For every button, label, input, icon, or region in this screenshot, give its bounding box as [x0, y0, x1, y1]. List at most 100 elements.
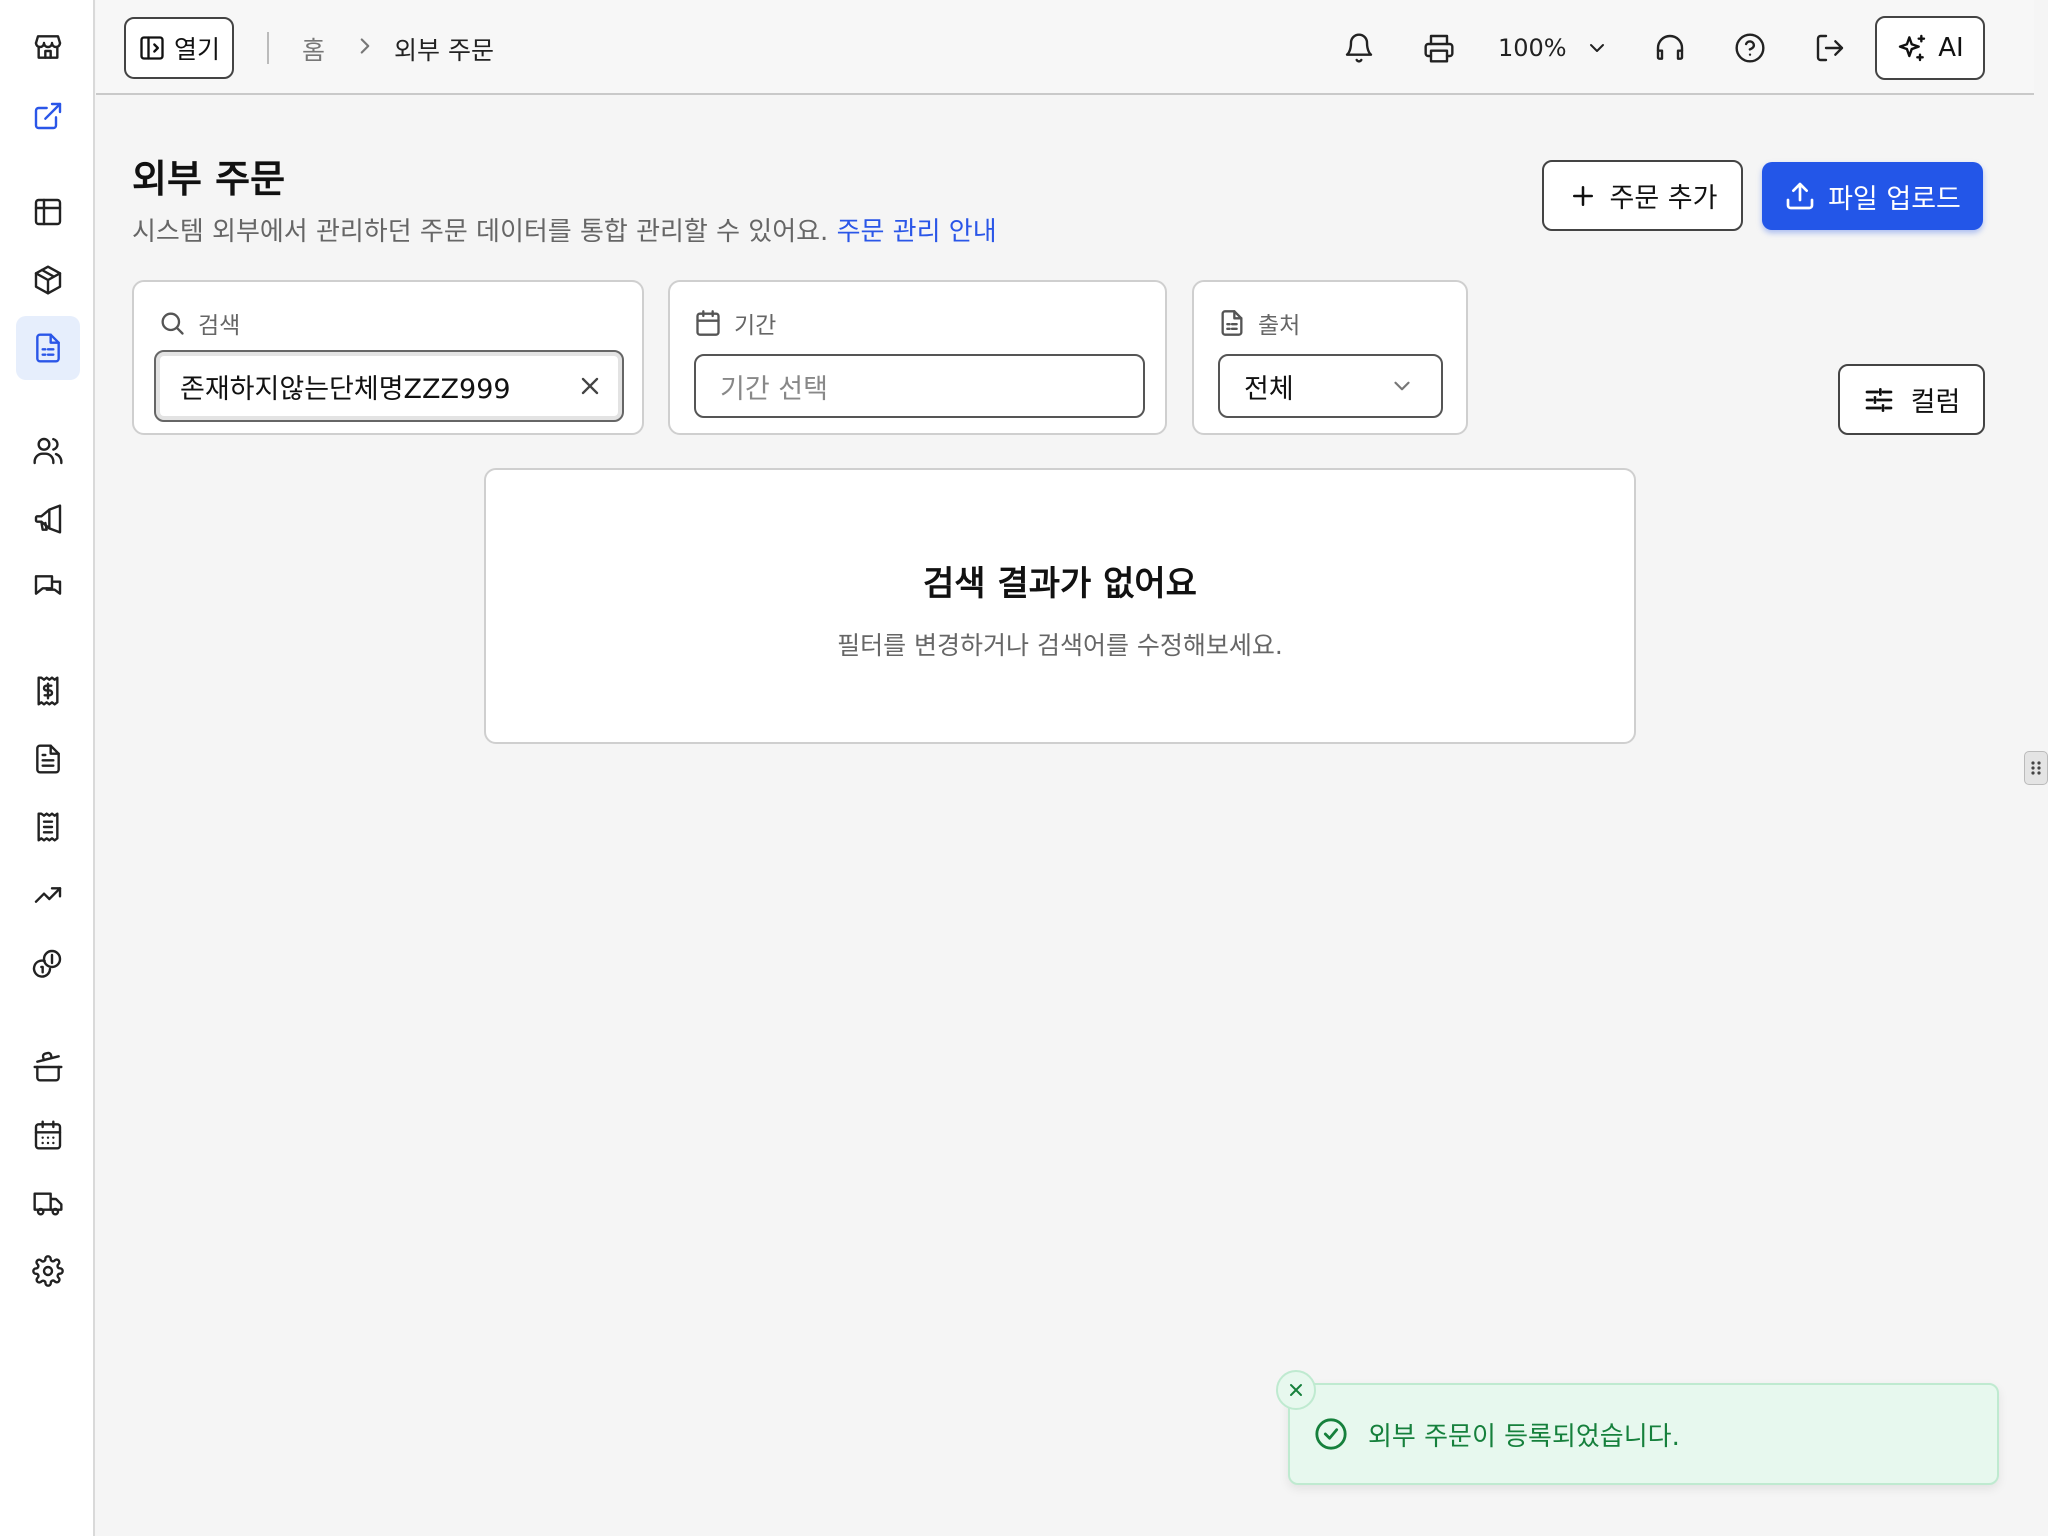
sidebar-item-store[interactable]	[16, 15, 80, 79]
messages-icon	[34, 575, 62, 595]
page-subtitle: 시스템 외부에서 관리하던 주문 데이터를 통합 관리할 수 있어요. 주문 관…	[132, 211, 997, 248]
source-label-text: 출처	[1258, 313, 1301, 339]
external-link-icon	[34, 102, 62, 130]
help-circle-icon	[1735, 33, 1765, 63]
sidebar-item-external-orders[interactable]	[16, 316, 80, 380]
sidebar	[0, 0, 95, 1536]
logout-button[interactable]	[1808, 26, 1852, 70]
coins-icon	[32, 949, 62, 978]
period-filter-label: 기간	[694, 306, 776, 340]
period-filter: 기간 기간 선택	[668, 280, 1167, 435]
truck-icon	[33, 1192, 63, 1216]
sidebar-item-kitchen[interactable]	[16, 1035, 80, 1099]
search-input[interactable]: 존재하지않는단체명ZZZ999	[154, 350, 624, 422]
empty-state: 검색 결과가 없어요 필터를 변경하거나 검색어를 수정해보세요.	[484, 468, 1636, 744]
headphones-icon	[1656, 34, 1684, 60]
empty-state-description: 필터를 변경하거나 검색어를 수정해보세요.	[837, 631, 1283, 660]
file-upload-label: 파일 업로드	[1828, 183, 1961, 215]
sidebar-item-delivery[interactable]	[16, 1171, 80, 1235]
sidebar-item-documents[interactable]	[16, 727, 80, 791]
close-icon	[1290, 1384, 1302, 1396]
file-text-icon	[36, 744, 60, 774]
store-icon	[34, 35, 62, 59]
check-circle-icon	[1315, 1418, 1347, 1450]
panel-open-icon	[140, 36, 164, 60]
add-order-label: 주문 추가	[1609, 183, 1718, 214]
plus-icon	[1572, 185, 1593, 206]
zoom-select[interactable]: 100%	[1498, 30, 1609, 66]
ai-button-label: AI	[1938, 33, 1964, 63]
calendar-icon	[696, 310, 720, 336]
period-label-text: 기간	[734, 313, 777, 339]
top-bar: 열기 홈 외부 주문 100% AI	[96, 0, 2034, 95]
search-label-text: 검색	[198, 313, 241, 339]
sidebar-item-marketing[interactable]	[16, 487, 80, 551]
source-filter: 출처 전체	[1192, 280, 1468, 435]
zoom-level: 100%	[1498, 34, 1567, 62]
order-guide-link[interactable]: 주문 관리 안내	[837, 217, 997, 247]
panel-resize-handle[interactable]	[2024, 751, 2048, 785]
printer-icon	[1424, 34, 1454, 63]
sidebar-item-settings[interactable]	[16, 1239, 80, 1303]
sidebar-item-external-link[interactable]	[16, 84, 80, 148]
success-toast: 외부 주문이 등록되었습니다.	[1288, 1383, 1999, 1485]
breadcrumb-home[interactable]: 홈	[302, 31, 325, 67]
open-button-label: 열기	[173, 35, 220, 64]
columns-label: 컬럼	[1910, 387, 1961, 418]
open-sidebar-button[interactable]: 열기	[124, 17, 234, 79]
period-input[interactable]: 기간 선택	[694, 354, 1145, 418]
notifications-button[interactable]	[1337, 26, 1381, 70]
sidebar-item-table[interactable]	[16, 180, 80, 244]
table-icon	[34, 198, 62, 226]
file-upload-button[interactable]: 파일 업로드	[1762, 162, 1983, 230]
upload-icon	[1786, 182, 1814, 210]
search-input-value: 존재하지않는단체명ZZZ999	[180, 373, 511, 405]
search-filter: 검색 존재하지않는단체명ZZZ999	[132, 280, 644, 435]
users-icon	[33, 437, 63, 465]
print-button[interactable]	[1417, 26, 1461, 70]
ai-button[interactable]: AI	[1875, 16, 1985, 80]
grip-icon	[2031, 761, 2041, 775]
help-button[interactable]	[1728, 26, 1772, 70]
trending-up-icon	[34, 887, 62, 903]
period-placeholder: 기간 선택	[720, 373, 828, 405]
add-order-button[interactable]: 주문 추가	[1542, 160, 1743, 231]
toast-message: 외부 주문이 등록되었습니다.	[1368, 1421, 1680, 1452]
chevron-down-icon	[1394, 381, 1410, 391]
package-icon	[34, 265, 62, 295]
empty-state-title: 검색 결과가 없어요	[923, 564, 1197, 604]
topbar-divider	[267, 32, 269, 64]
sliders-icon	[1865, 387, 1892, 412]
clipboard-list-icon	[37, 812, 59, 842]
chevron-down-icon	[1589, 44, 1604, 52]
sidebar-item-calendar[interactable]	[16, 1103, 80, 1167]
support-button[interactable]	[1648, 26, 1692, 70]
sidebar-item-package[interactable]	[16, 248, 80, 312]
search-icon	[161, 312, 184, 335]
log-out-icon	[1816, 34, 1844, 62]
sparkles-icon	[1899, 34, 1926, 62]
bell-icon	[1345, 33, 1373, 63]
receipt-dollar-icon	[37, 676, 59, 706]
sidebar-item-analytics[interactable]	[16, 863, 80, 927]
settings-icon	[32, 1255, 64, 1287]
source-filter-label: 출처	[1218, 306, 1300, 340]
document-list-icon	[36, 333, 60, 363]
page-title: 외부 주문	[132, 157, 286, 201]
file-sheet-icon	[1221, 310, 1243, 336]
breadcrumb-current: 외부 주문	[394, 36, 494, 65]
sidebar-item-customers[interactable]	[16, 419, 80, 483]
sidebar-item-billing[interactable]	[16, 659, 80, 723]
clear-search-icon[interactable]	[576, 372, 604, 400]
columns-button[interactable]: 컬럼	[1838, 364, 1985, 435]
calendar-icon	[34, 1120, 62, 1150]
toast-close-button[interactable]	[1276, 1370, 1316, 1410]
sidebar-item-messages[interactable]	[16, 555, 80, 619]
page-subtitle-text: 시스템 외부에서 관리하던 주문 데이터를 통합 관리할 수 있어요.	[132, 217, 829, 247]
sidebar-item-reports[interactable]	[16, 795, 80, 859]
sidebar-item-finance[interactable]	[16, 931, 80, 995]
chevron-right-icon	[360, 38, 370, 54]
cooking-pot-icon	[33, 1051, 63, 1082]
search-filter-label: 검색	[158, 306, 240, 340]
source-select[interactable]: 전체	[1218, 354, 1443, 418]
